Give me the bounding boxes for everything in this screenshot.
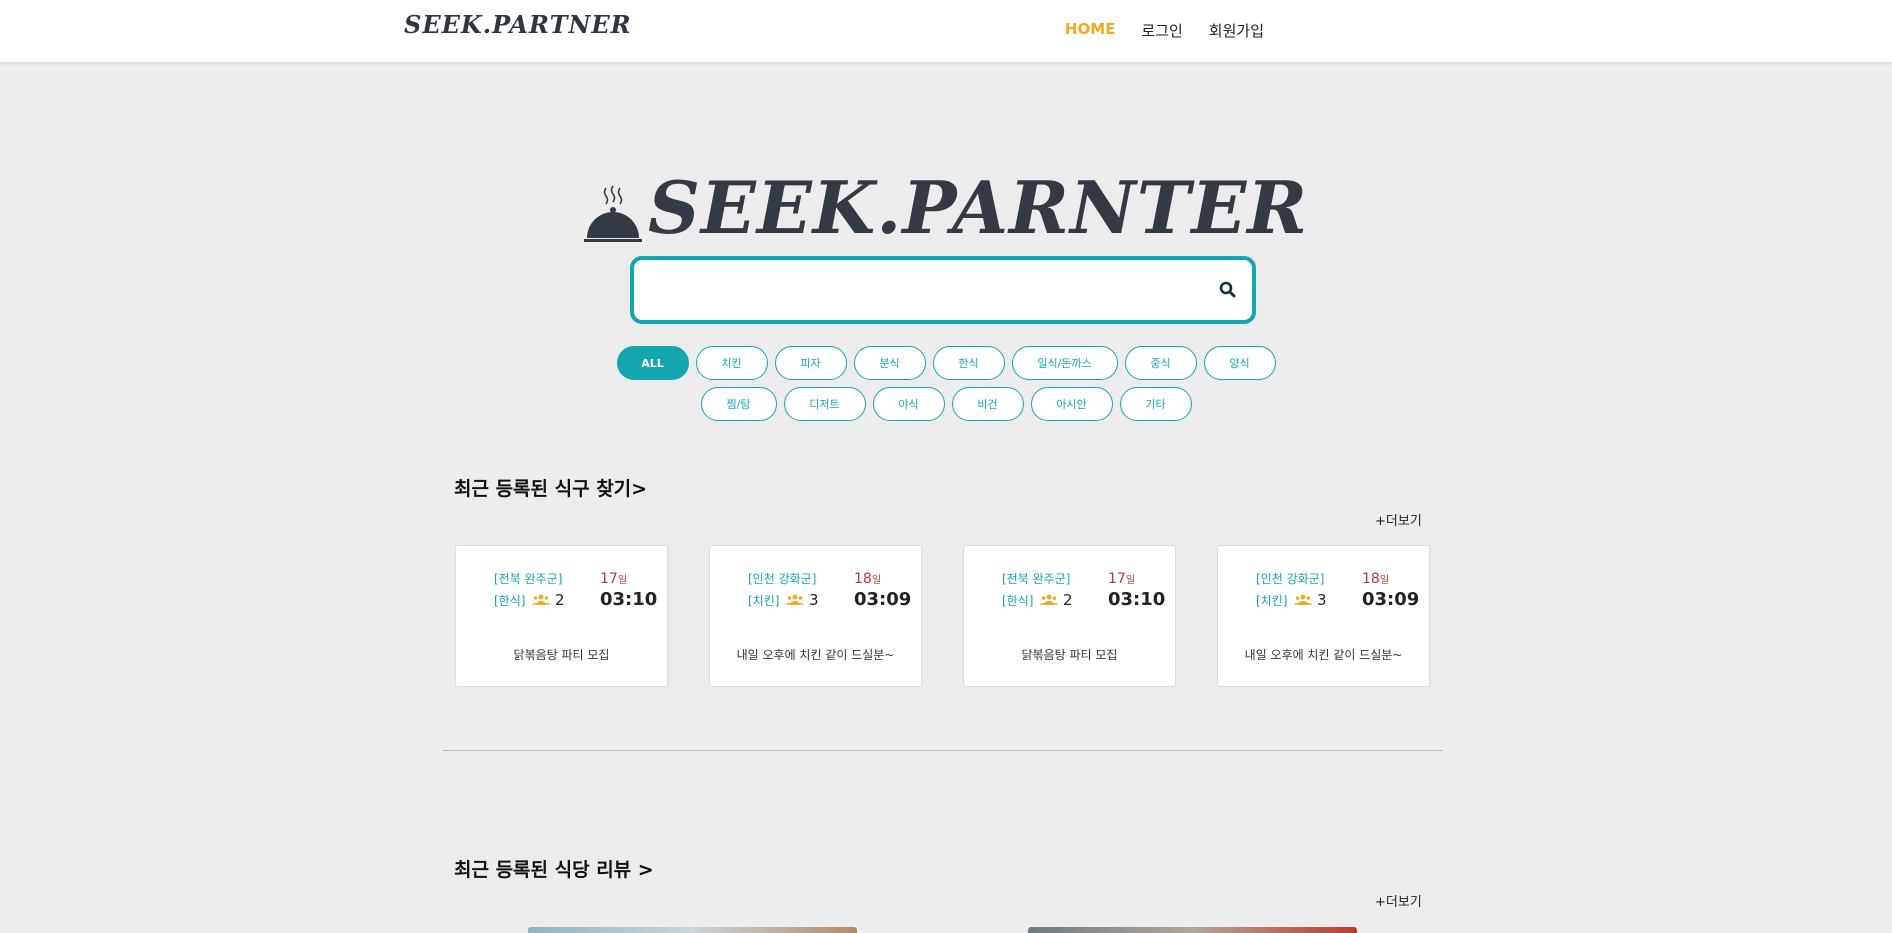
- card-people: 3: [786, 591, 819, 609]
- search-box: [630, 256, 1256, 324]
- hero-title: SEEK.PARNTER: [647, 165, 1309, 250]
- search-icon[interactable]: [1216, 278, 1240, 302]
- card-description: 닭볶음탕 파티 모집: [513, 648, 610, 662]
- review-thumbnail[interactable]: [1028, 927, 1357, 933]
- partner-card[interactable]: [인천 강화군] [치킨] 3 18일 03:09 내일 오후에 치킨 같이 드…: [709, 545, 922, 687]
- search-input[interactable]: [648, 272, 1192, 310]
- recent-partners-title[interactable]: 최근 등록된 식구 찾기>: [454, 474, 647, 501]
- section-divider: [443, 750, 1443, 751]
- card-time: 03:10: [1108, 589, 1166, 610]
- category-chip-etc[interactable]: 기타: [1119, 387, 1192, 421]
- card-region: [전북 완주군]: [494, 572, 563, 586]
- review-thumbnail[interactable]: [528, 927, 857, 933]
- people-icon: [786, 594, 804, 605]
- category-chip-all[interactable]: ALL: [616, 346, 689, 380]
- category-chip-vegan[interactable]: 비건: [951, 387, 1024, 421]
- cloche-icon: [583, 184, 642, 244]
- card-people: 2: [1040, 591, 1073, 609]
- category-chip-chicken[interactable]: 치킨: [695, 346, 768, 380]
- category-chip-late-night[interactable]: 야식: [872, 387, 945, 421]
- card-people-count: 3: [1317, 591, 1327, 609]
- category-chip-western[interactable]: 양식: [1203, 346, 1276, 380]
- nav-login-link[interactable]: 로그인: [1141, 20, 1182, 41]
- card-time: 03:09: [854, 589, 912, 610]
- card-category: [치킨]: [748, 594, 780, 608]
- card-category: [치킨]: [1256, 594, 1288, 608]
- card-people-count: 3: [809, 591, 819, 609]
- card-day: 17일: [1108, 571, 1136, 587]
- card-description: 내일 오후에 치킨 같이 드실분~: [1244, 648, 1403, 662]
- nav-signup-link[interactable]: 회원가입: [1209, 20, 1264, 41]
- card-description: 내일 오후에 치킨 같이 드실분~: [736, 648, 895, 662]
- category-chip-dessert[interactable]: 디저트: [783, 387, 866, 421]
- card-day: 17일: [600, 571, 628, 587]
- recent-partners-more-link[interactable]: +더보기: [1375, 510, 1422, 529]
- partner-card[interactable]: [전북 완주군] [한식] 2 17일 03:10 닭볶음탕 파티 모집: [455, 545, 668, 687]
- card-people-count: 2: [555, 591, 565, 609]
- nav-logo[interactable]: SEEK.PARTNER: [404, 10, 632, 39]
- card-region: [인천 강화군]: [1256, 572, 1325, 586]
- card-people: 3: [1294, 591, 1327, 609]
- recent-reviews-title[interactable]: 최근 등록된 식당 리뷰 >: [454, 855, 654, 882]
- card-people-count: 2: [1063, 591, 1073, 609]
- card-description: 닭볶음탕 파티 모집: [1021, 648, 1118, 662]
- people-icon: [1040, 594, 1058, 605]
- card-region: [인천 강화군]: [748, 572, 817, 586]
- card-time: 03:10: [600, 589, 658, 610]
- card-day: 18일: [854, 571, 882, 587]
- card-category: [한식]: [1002, 594, 1034, 608]
- category-row-1: ALL 치킨 피자 분식 한식 일식/돈까스 중식 양식: [0, 346, 1892, 380]
- hero: SEEK.PARNTER: [0, 170, 1892, 244]
- category-chip-pizza[interactable]: 피자: [774, 346, 847, 380]
- card-day: 18일: [1362, 571, 1390, 587]
- card-category: [한식]: [494, 594, 526, 608]
- card-time: 03:09: [1362, 589, 1420, 610]
- category-chip-korean[interactable]: 한식: [932, 346, 1005, 380]
- hero-logo: SEEK.PARNTER: [583, 165, 1309, 250]
- card-region: [전북 완주군]: [1002, 572, 1071, 586]
- category-chip-asian[interactable]: 아시안: [1030, 387, 1113, 421]
- category-row-2: 찜/탕 디저트 야식 비건 아시안 기타: [0, 387, 1892, 421]
- category-chip-japanese[interactable]: 일식/돈까스: [1011, 346, 1118, 380]
- category-chip-stew[interactable]: 찜/탕: [700, 387, 777, 421]
- card-people: 2: [532, 591, 565, 609]
- top-navbar: SEEK.PARTNER HOME 로그인 회원가입: [0, 0, 1892, 62]
- nav-home-link[interactable]: HOME: [1065, 20, 1115, 41]
- nav-links: HOME 로그인 회원가입: [1065, 20, 1264, 41]
- partner-card[interactable]: [전북 완주군] [한식] 2 17일 03:10 닭볶음탕 파티 모집: [963, 545, 1176, 687]
- partner-card[interactable]: [인천 강화군] [치킨] 3 18일 03:09 내일 오후에 치킨 같이 드…: [1217, 545, 1430, 687]
- category-chip-chinese[interactable]: 중식: [1124, 346, 1197, 380]
- recent-reviews-more-link[interactable]: +더보기: [1375, 891, 1422, 910]
- people-icon: [1294, 594, 1312, 605]
- people-icon: [532, 594, 550, 605]
- category-chip-snack[interactable]: 분식: [853, 346, 926, 380]
